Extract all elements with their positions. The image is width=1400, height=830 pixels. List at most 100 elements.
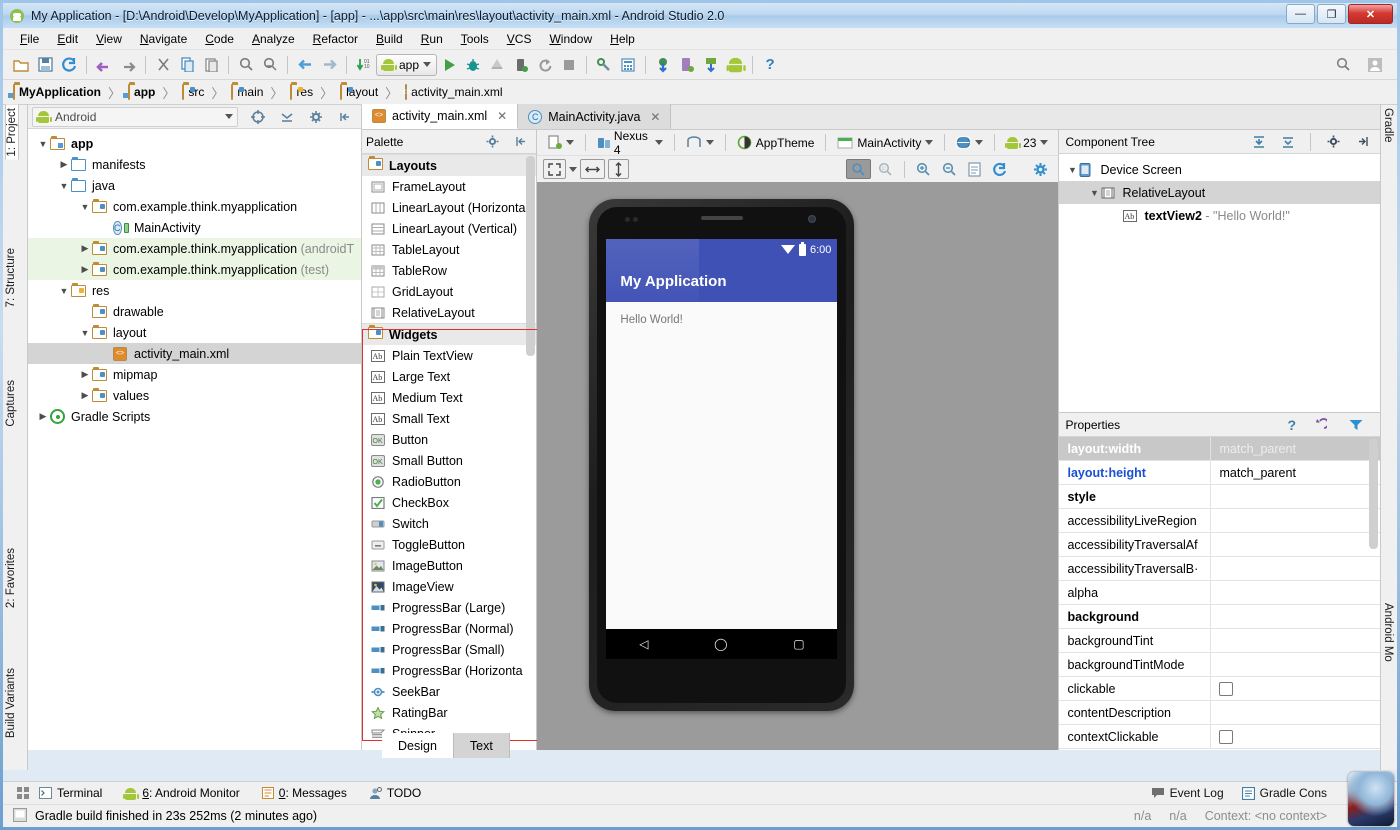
help-icon[interactable]: ? <box>1287 417 1296 433</box>
properties-scrollbar[interactable] <box>1369 439 1378 549</box>
gear-icon[interactable] <box>480 130 504 154</box>
tool-window-todo[interactable]: TODO <box>369 786 421 800</box>
palette-item-relativelayout[interactable]: RelativeLayout <box>362 302 536 323</box>
collapse-all-icon[interactable] <box>275 105 299 129</box>
tree-expander[interactable]: ▶ <box>78 369 92 380</box>
tree-node-com-example-think-myapplication[interactable]: ▼ com.example.think.myapplication <box>28 196 361 217</box>
expand-all-icon[interactable] <box>1247 130 1271 154</box>
tree-node-drawable[interactable]: drawable <box>28 301 361 322</box>
palette-item-gridlayout[interactable]: GridLayout <box>362 281 536 302</box>
property-row-layout-width[interactable]: layout:width match_parent <box>1059 437 1380 461</box>
palette-item-progressbar--small-[interactable]: ProgressBar (Small) <box>362 639 536 660</box>
tool-window-messages[interactable]: 0: Messages <box>261 786 347 800</box>
tab-design[interactable]: Design <box>382 733 454 758</box>
palette-item-tablelayout[interactable]: TableLayout <box>362 239 536 260</box>
breadcrumb-item-layout[interactable]: layout <box>340 84 378 100</box>
activity-selector[interactable]: MainActivity <box>833 133 937 153</box>
palette-item-progressbar--large-[interactable]: ProgressBar (Large) <box>362 597 536 618</box>
tree-node-com-example-think-myapplication[interactable]: ▶ com.example.think.myapplication (androi… <box>28 238 361 259</box>
copy-icon[interactable] <box>175 53 199 77</box>
property-row-layout-height[interactable]: layout:height match_parent <box>1059 461 1380 485</box>
debug-icon[interactable] <box>461 53 485 77</box>
property-row-style[interactable]: style <box>1059 485 1380 509</box>
orientation-selector[interactable] <box>682 133 718 153</box>
property-value[interactable] <box>1211 677 1380 700</box>
tab-text[interactable]: Text <box>453 733 510 758</box>
menu-code[interactable]: Code <box>196 30 243 48</box>
property-row-accessibilitytraversalb-[interactable]: accessibilityTraversalB· <box>1059 557 1380 581</box>
rerun-icon[interactable] <box>533 53 557 77</box>
menu-navigate[interactable]: Navigate <box>131 30 196 48</box>
help-icon[interactable]: ? <box>758 53 782 77</box>
tree-node-res[interactable]: ▼ res <box>28 280 361 301</box>
theme-selector[interactable]: AppTheme <box>733 133 819 153</box>
property-value[interactable] <box>1211 509 1380 532</box>
tree-expander[interactable]: ▶ <box>57 159 71 170</box>
left-tool-tab-7--structure[interactable]: 7: Structure <box>5 245 17 310</box>
filter-icon[interactable] <box>1344 413 1368 437</box>
property-value[interactable] <box>1211 485 1380 508</box>
property-value[interactable] <box>1211 701 1380 724</box>
palette-scrollbar[interactable] <box>526 156 536 356</box>
palette-item-imageview[interactable]: ImageView <box>362 576 536 597</box>
device-config-button[interactable] <box>543 133 578 153</box>
palette-item-plain-textview[interactable]: Ab Plain TextView <box>362 345 536 366</box>
hide-panel-icon[interactable] <box>1350 130 1374 154</box>
update-project-icon[interactable]: 01 10 <box>352 53 376 77</box>
fit-width-button[interactable] <box>580 159 606 179</box>
maximize-button[interactable]: ❐ <box>1317 4 1346 24</box>
tree-node-gradle-scripts[interactable]: ▶ Gradle Scripts <box>28 406 361 427</box>
tree-node-app[interactable]: ▼ app <box>28 133 361 154</box>
tree-expander[interactable]: ▼ <box>1065 165 1079 175</box>
breadcrumb-item-src[interactable]: src <box>182 84 204 100</box>
nav-recents-icon[interactable]: ▢ <box>793 637 804 651</box>
palette-item-linearlayout--horizont-[interactable]: LinearLayout (Horizontа <box>362 197 536 218</box>
tool-window-toggle-icon[interactable] <box>17 787 29 799</box>
close-button[interactable]: ✕ <box>1348 4 1393 24</box>
cut-icon[interactable] <box>151 53 175 77</box>
zoom-in-button[interactable] <box>912 159 935 179</box>
right-tool-tab-gradle[interactable]: Gradle <box>1382 105 1394 146</box>
palette-item-framelayout[interactable]: FrameLayout <box>362 176 536 197</box>
palette-item-small-button[interactable]: OK Small Button <box>362 450 536 471</box>
palette-item-large-text[interactable]: Ab Large Text <box>362 366 536 387</box>
forward-icon[interactable] <box>317 53 341 77</box>
gear-icon[interactable] <box>1029 159 1052 179</box>
stop-icon[interactable] <box>557 53 581 77</box>
sync-icon[interactable] <box>57 53 81 77</box>
palette-item-progressbar--horizonta[interactable]: ProgressBar (Horizonta <box>362 660 536 681</box>
menu-analyze[interactable]: Analyze <box>243 30 304 48</box>
tree-expander[interactable]: ▶ <box>36 411 50 422</box>
menu-edit[interactable]: Edit <box>48 30 87 48</box>
breadcrumb-item-myapplication[interactable]: MyApplication <box>13 84 101 100</box>
component-node-device-screen[interactable]: ▼ Device Screen <box>1059 158 1380 181</box>
menu-run[interactable]: Run <box>412 30 452 48</box>
property-value[interactable] <box>1211 605 1380 628</box>
sdk-update-icon[interactable] <box>699 53 723 77</box>
tree-node-java[interactable]: ▼ java <box>28 175 361 196</box>
refresh-icon[interactable] <box>988 159 1011 179</box>
tree-node-values[interactable]: ▶ values <box>28 385 361 406</box>
palette-item-checkbox[interactable]: CheckBox <box>362 492 536 513</box>
menu-vcs[interactable]: VCS <box>498 30 541 48</box>
palette-item-togglebutton[interactable]: ToggleButton <box>362 534 536 555</box>
menu-view[interactable]: View <box>87 30 131 48</box>
palette-item-linearlayout--vertical-[interactable]: LinearLayout (Vertical) <box>362 218 536 239</box>
undo-icon[interactable] <box>92 53 116 77</box>
property-checkbox[interactable] <box>1219 681 1234 696</box>
tree-expander[interactable]: ▶ <box>78 264 92 275</box>
tree-node-activity-main-xml[interactable]: activity_main.xml <box>28 343 361 364</box>
api-level-selector[interactable]: 23 <box>1002 133 1052 153</box>
menu-tools[interactable]: Tools <box>452 30 498 48</box>
pan-button[interactable] <box>846 159 872 179</box>
property-value[interactable] <box>1211 533 1380 556</box>
palette-item-button[interactable]: OK Button <box>362 429 536 450</box>
hide-panel-icon[interactable] <box>333 105 357 129</box>
property-value[interactable]: match_parent <box>1211 461 1380 484</box>
property-checkbox[interactable] <box>1219 729 1234 744</box>
breadcrumb-item-activity-main-xml[interactable]: activity_main.xml <box>405 84 503 100</box>
palette-item-progressbar--normal-[interactable]: ProgressBar (Normal) <box>362 618 536 639</box>
hello-world-textview[interactable]: Hello World! <box>606 302 837 326</box>
palette-item-medium-text[interactable]: Ab Medium Text <box>362 387 536 408</box>
restore-default-icon[interactable] <box>1308 413 1332 437</box>
